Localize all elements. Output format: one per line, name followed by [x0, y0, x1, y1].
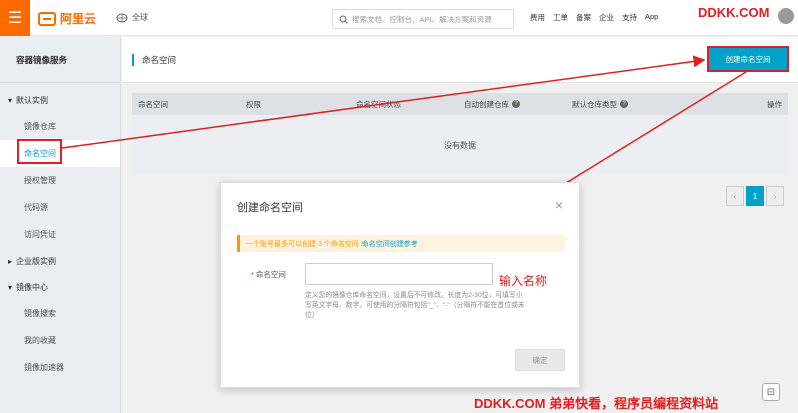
nav-item-enterprise[interactable]: 企业: [599, 12, 614, 23]
sidebar-item-image-search[interactable]: 镜像搜索: [0, 300, 120, 327]
tip-link[interactable]: 命名空间创建参考: [362, 239, 418, 249]
help-icon[interactable]: ?: [620, 100, 628, 108]
watermark-top: DDKK.COM: [698, 5, 770, 20]
menu-icon[interactable]: ☰: [0, 0, 30, 36]
page-header: 命名空间 创建命名空间: [122, 37, 798, 83]
logo-mark-icon: [38, 11, 56, 26]
search-input[interactable]: 搜索文档、控制台、API、解决方案和资源: [332, 9, 514, 29]
top-nav: 费用 工单 备案 企业 支持 App: [530, 12, 658, 23]
sidebar-title: 容器镜像服务: [0, 37, 120, 83]
sidebar-group-label: 默认实例: [16, 95, 49, 105]
namespace-input[interactable]: [305, 263, 493, 285]
sidebar-item-auth[interactable]: 授权管理: [0, 167, 120, 194]
namespace-field-label: * 命名空间: [251, 269, 286, 280]
column-header: 命名空间状态: [356, 99, 401, 109]
quota-tip: 一个账号最多可以创建 3 个命名空间 命名空间创建参考: [237, 235, 565, 252]
annotation-label: 输入名称: [499, 274, 548, 288]
sidebar-group-label: 企业版实例: [16, 256, 57, 266]
table-header: 命名空间 权限 命名空间状态 自动创建仓库 ? 默认仓库类型 ? 操作: [132, 93, 788, 115]
column-header-auto-create: 自动创建仓库 ?: [458, 93, 566, 115]
sidebar-item-code-source[interactable]: 代码源: [0, 194, 120, 221]
create-button-highlight: 创建命名空间: [707, 46, 789, 72]
close-icon[interactable]: ×: [555, 197, 563, 213]
tip-text: 一个账号最多可以创建 3 个命名空间: [246, 240, 359, 248]
sidebar-group-enterprise[interactable]: ▸ 企业版实例: [0, 248, 120, 274]
caret-down-icon: ▾: [8, 282, 13, 292]
nav-item-support[interactable]: 支持: [622, 12, 637, 23]
watermark-bottom: DDKK.COM 弟弟快看，程序员编程资料站: [474, 396, 719, 411]
sidebar-item-accelerator[interactable]: 镜像加速器: [0, 354, 120, 381]
highlight-box: [17, 139, 62, 164]
nav-item-icp[interactable]: 备案: [576, 12, 591, 23]
confirm-button[interactable]: 确定: [515, 349, 565, 371]
aliyun-logo[interactable]: 阿里云: [38, 10, 96, 27]
column-header: 权限: [246, 99, 261, 109]
create-namespace-button[interactable]: 创建命名空间: [709, 48, 787, 70]
page-title: 命名空间: [132, 54, 176, 66]
next-page-button[interactable]: ›: [766, 186, 784, 206]
sidebar-group-center[interactable]: ▾ 镜像中心: [0, 274, 120, 300]
sidebar-group-default[interactable]: ▾ 默认实例: [0, 87, 120, 113]
nav-item-billing[interactable]: 费用: [530, 12, 545, 23]
sidebar-item-credentials[interactable]: 访问凭证: [0, 221, 120, 248]
sidebar-group-label: 镜像中心: [16, 282, 49, 292]
sidebar: 容器镜像服务 ▾ 默认实例 镜像仓库 命名空间 授权管理 代码源 访问凭证 ▸ …: [0, 37, 121, 413]
caret-down-icon: ▾: [8, 95, 13, 105]
page-number-button[interactable]: 1: [746, 186, 764, 206]
help-icon[interactable]: ?: [512, 100, 520, 108]
required-mark: *: [251, 270, 254, 279]
prev-page-button[interactable]: ‹: [726, 186, 744, 206]
top-bar: ☰ 阿里云 全球 搜索文档、控制台、API、解决方案和资源 费用 工单 备案 企…: [0, 0, 798, 36]
empty-state: 没有数据: [132, 115, 788, 175]
column-header: 操作: [767, 99, 782, 109]
logo-text: 阿里云: [60, 12, 97, 26]
caret-right-icon: ▸: [8, 256, 13, 266]
nav-item-app[interactable]: App: [645, 12, 658, 23]
column-header-label: 默认仓库类型: [572, 99, 617, 109]
namespace-hint: 定义您的镜像仓库命名空间，设置后不可修改。长度为2-30位，可填写小写英文字母、…: [305, 292, 525, 319]
search-placeholder: 搜索文档、控制台、API、解决方案和资源: [352, 14, 492, 24]
column-header-repo-type: 默认仓库类型 ?: [566, 93, 676, 115]
region-label: 全球: [132, 13, 148, 22]
column-header-label: 自动创建仓库: [464, 99, 509, 109]
column-header: 命名空间: [138, 99, 168, 109]
namespace-table: 命名空间 权限 命名空间状态 自动创建仓库 ? 默认仓库类型 ? 操作 没有数据: [132, 93, 788, 175]
search-icon: [339, 15, 348, 24]
globe-icon: [116, 13, 128, 22]
nav-item-tickets[interactable]: 工单: [553, 12, 568, 23]
sidebar-item-favorites[interactable]: 我的收藏: [0, 327, 120, 354]
avatar[interactable]: [778, 8, 794, 24]
region-selector[interactable]: 全球: [116, 12, 148, 23]
field-label-text: 命名空间: [255, 270, 286, 279]
dialog-title: 创建命名空间: [237, 202, 303, 214]
sidebar-item-repos[interactable]: 镜像仓库: [0, 113, 120, 140]
pagination: ‹ 1 ›: [726, 186, 784, 206]
feedback-icon[interactable]: ⊟: [762, 383, 780, 401]
